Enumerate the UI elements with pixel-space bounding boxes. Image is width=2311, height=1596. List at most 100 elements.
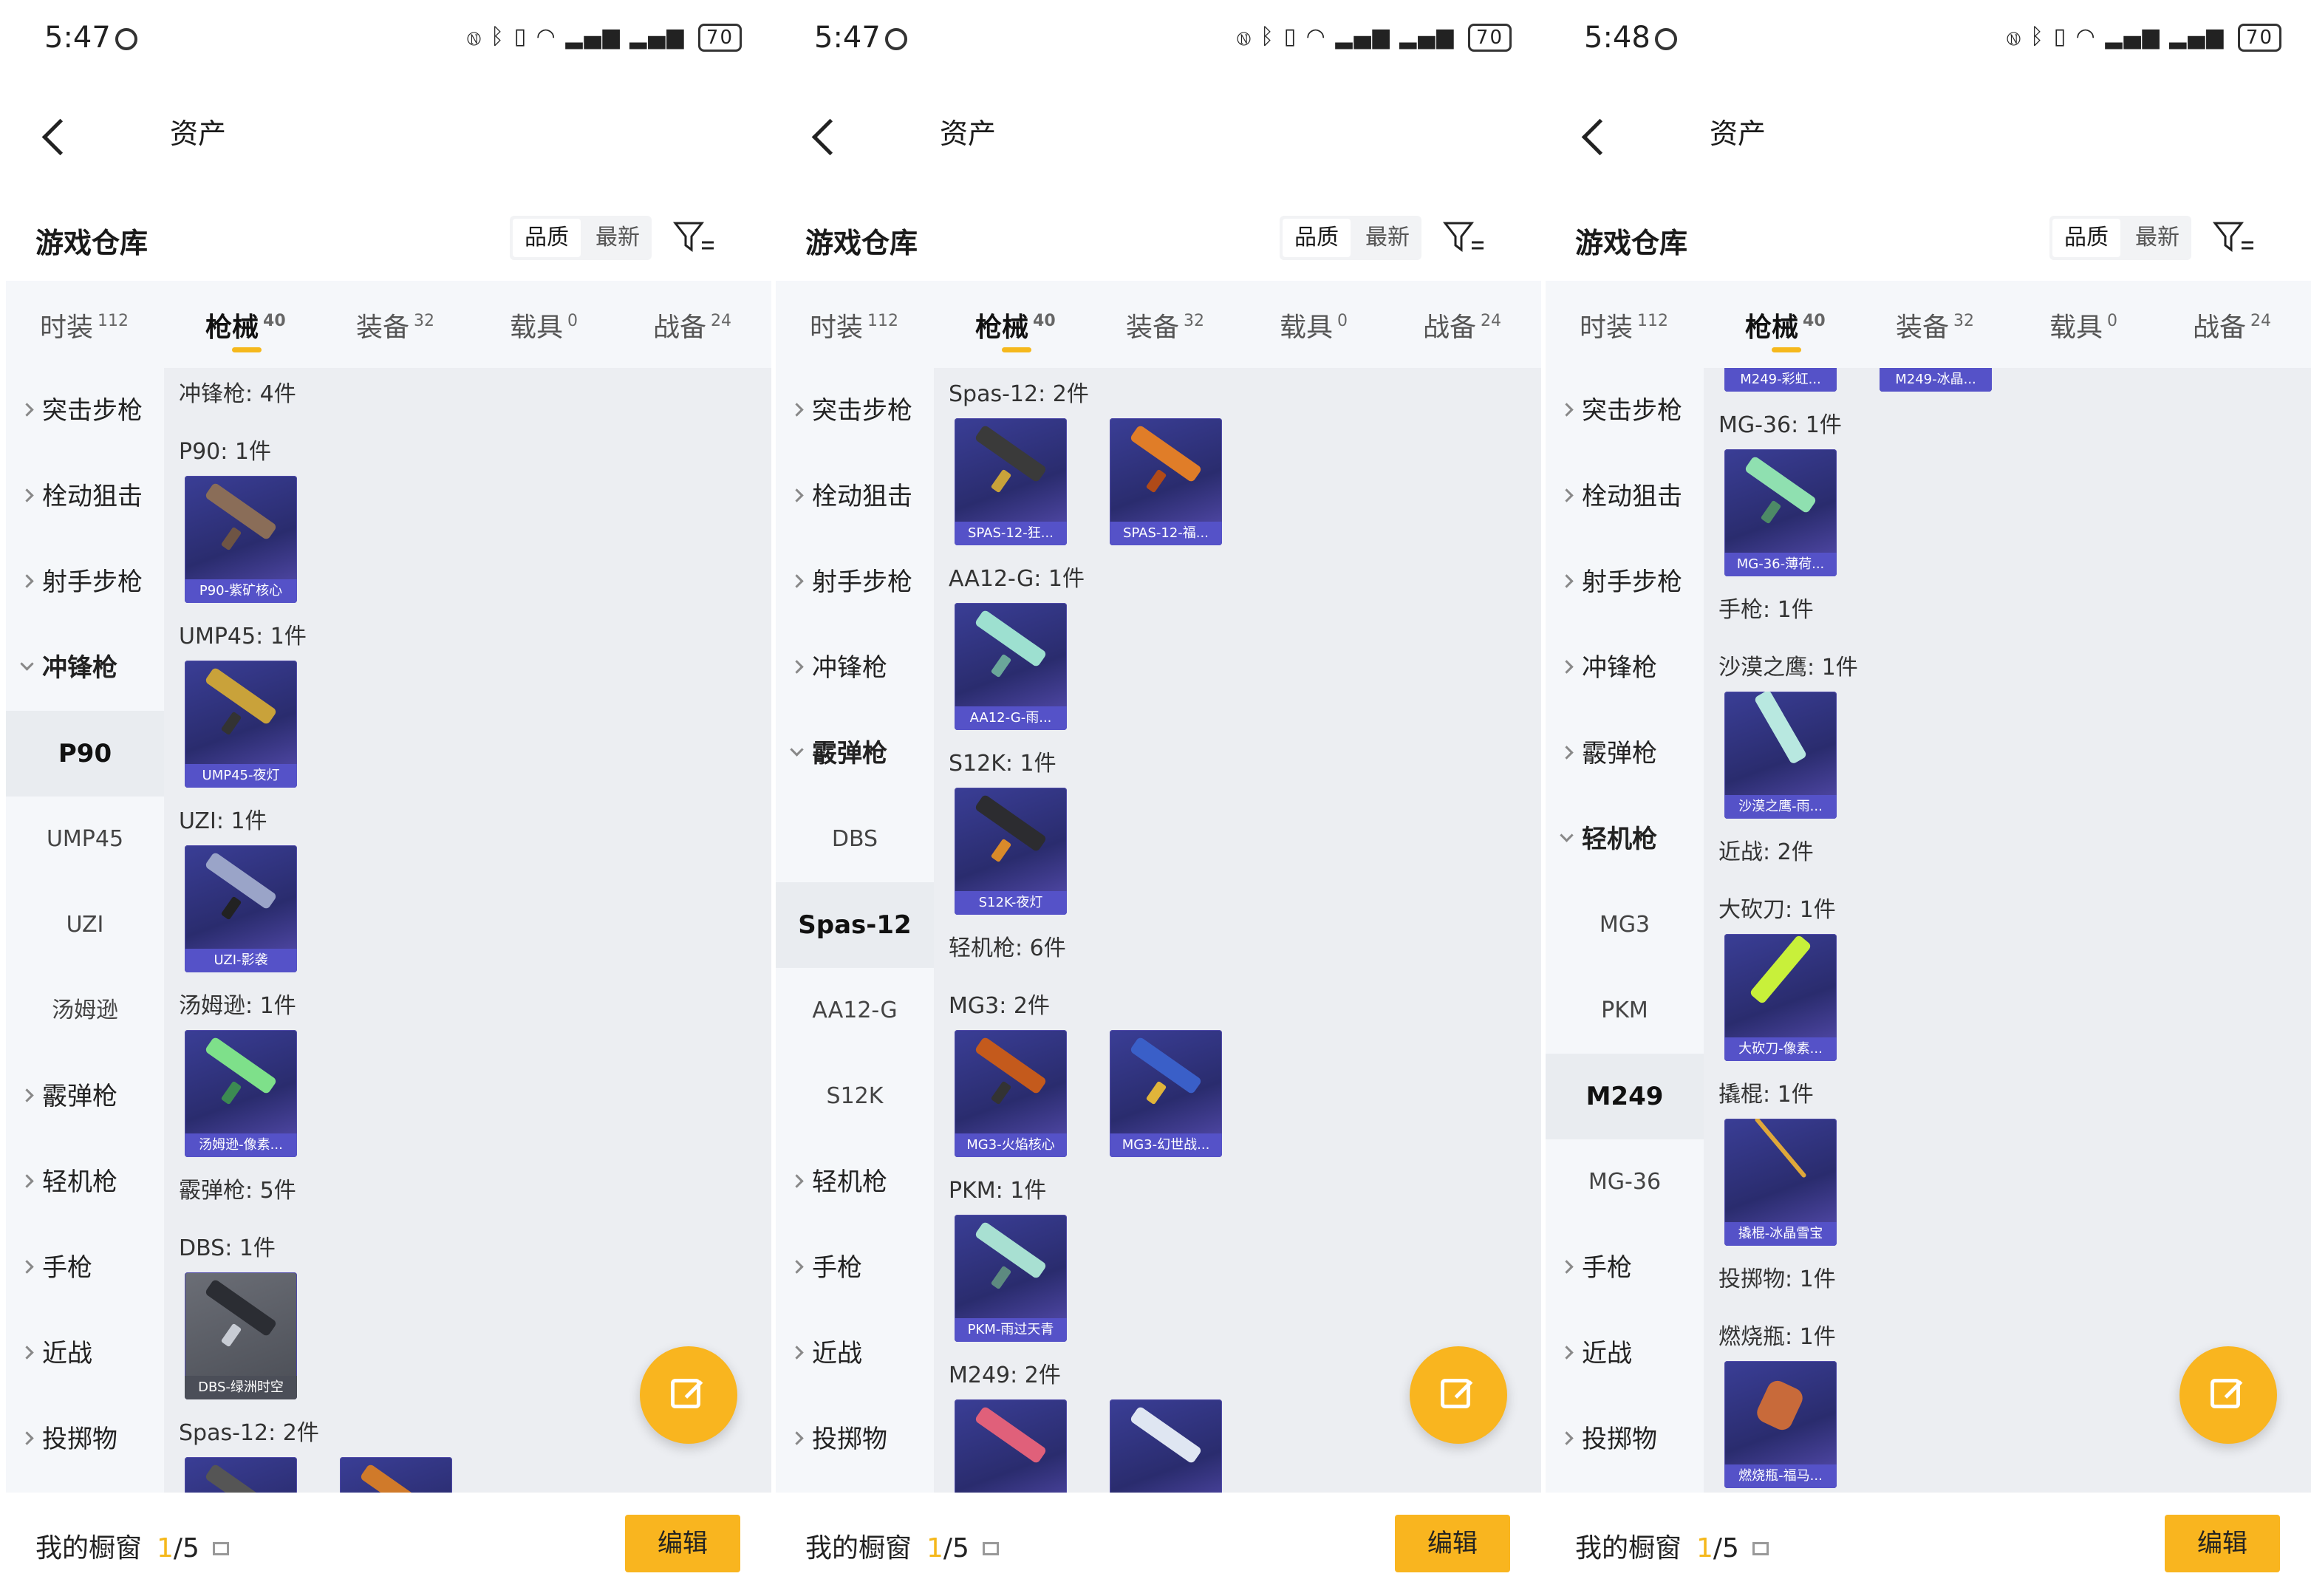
- tab-weapons[interactable]: 枪械 40: [1745, 306, 1826, 352]
- tab-weapons[interactable]: 枪械 40: [205, 306, 286, 352]
- share-button[interactable]: [640, 1346, 737, 1444]
- item-card[interactable]: [340, 1457, 452, 1493]
- tab-gear[interactable]: 战备 24: [2193, 306, 2271, 344]
- tab-fashion[interactable]: 时装 112: [40, 306, 129, 344]
- sidebar-item-smg[interactable]: 冲锋枪: [776, 625, 934, 711]
- sidebar-item-lmg[interactable]: 轻机枪: [776, 1139, 934, 1225]
- vibrate-icon: ▯: [2053, 24, 2068, 50]
- item-card[interactable]: PKM-雨过天青: [955, 1215, 1067, 1342]
- sidebar-item-marksman-rifle[interactable]: 射手步枪: [776, 539, 934, 625]
- sidebar-item-pistol[interactable]: 手枪: [776, 1225, 934, 1311]
- sidebar-subitem-ump45[interactable]: UMP45: [6, 797, 164, 882]
- weapon-grip: [990, 1080, 1012, 1105]
- item-card[interactable]: 燃烧瓶-福马...: [1724, 1361, 1837, 1488]
- sidebar-subitem-dbs[interactable]: DBS: [776, 797, 934, 882]
- sidebar-item-bolt-sniper[interactable]: 栓动狙击: [6, 454, 164, 539]
- filter-icon[interactable]: [1442, 219, 1486, 256]
- sidebar-item-shotgun[interactable]: 霰弹枪: [776, 711, 934, 797]
- share-button[interactable]: [2179, 1346, 2277, 1444]
- sidebar-item-smg[interactable]: 冲锋枪: [6, 625, 164, 711]
- sidebar-item-lmg[interactable]: 轻机枪: [1546, 797, 1704, 882]
- tab-vehicles[interactable]: 载具 0: [1280, 306, 1348, 344]
- sort-latest[interactable]: 最新: [1354, 216, 1421, 260]
- filter-icon[interactable]: [672, 219, 717, 256]
- page-title: 资产: [939, 117, 996, 150]
- share-button[interactable]: [1410, 1346, 1507, 1444]
- subgroup-count-label: Spas-12: 2件: [949, 381, 1089, 407]
- item-card[interactable]: P90-紫矿核心: [185, 476, 297, 603]
- tab-fashion[interactable]: 时装 112: [810, 306, 898, 344]
- item-card[interactable]: MG-36-薄荷...: [1724, 449, 1837, 576]
- item-card[interactable]: SPAS-12-福...: [1110, 418, 1222, 545]
- sidebar-item-shotgun[interactable]: 霰弹枪: [1546, 711, 1704, 797]
- sidebar-item-assault-rifle[interactable]: 突击步枪: [776, 368, 934, 454]
- edit-button[interactable]: 编辑: [1395, 1515, 1510, 1572]
- sidebar-item-melee[interactable]: 近战: [776, 1311, 934, 1396]
- sort-latest[interactable]: 最新: [584, 216, 652, 260]
- tab-weapons[interactable]: 枪械 40: [975, 306, 1056, 352]
- tab-vehicles[interactable]: 载具 0: [2049, 306, 2117, 344]
- sidebar-item-label: 冲锋枪: [42, 653, 117, 683]
- item-card[interactable]: 沙漠之鹰-雨...: [1724, 692, 1837, 819]
- item-name: UMP45-夜灯: [185, 764, 297, 788]
- sidebar-item-melee[interactable]: 近战: [1546, 1311, 1704, 1396]
- item-card[interactable]: UZI-影袭: [185, 845, 297, 972]
- tab-equipment[interactable]: 装备 32: [356, 306, 434, 344]
- sidebar-subitem-s12k[interactable]: S12K: [776, 1054, 934, 1139]
- item-card[interactable]: AA12-G-雨...: [955, 603, 1067, 730]
- item-card[interactable]: [185, 1457, 297, 1493]
- item-card[interactable]: 汤姆逊-像素...: [185, 1030, 297, 1157]
- sidebar-item-assault-rifle[interactable]: 突击步枪: [1546, 368, 1704, 454]
- sidebar-item-bolt-sniper[interactable]: 栓动狙击: [1546, 454, 1704, 539]
- item-card[interactable]: 大砍刀-像素...: [1724, 934, 1837, 1061]
- item-card[interactable]: DBS-绿洲时空: [185, 1272, 297, 1399]
- sidebar-item-marksman-rifle[interactable]: 射手步枪: [1546, 539, 1704, 625]
- tab-gear[interactable]: 战备 24: [1423, 306, 1501, 344]
- sidebar-item-pistol[interactable]: 手枪: [6, 1225, 164, 1311]
- item-card[interactable]: M249-冰晶...: [1880, 368, 1992, 392]
- sidebar-subitem-thompson[interactable]: 汤姆逊: [6, 968, 164, 1054]
- item-card[interactable]: MG3-火焰核心: [955, 1030, 1067, 1157]
- item-card[interactable]: M249-彩虹...: [1724, 368, 1837, 392]
- sidebar-subitem-m249[interactable]: M249: [1546, 1054, 1704, 1139]
- tab-fashion[interactable]: 时装 112: [1580, 306, 1668, 344]
- sidebar-item-bolt-sniper[interactable]: 栓动狙击: [776, 454, 934, 539]
- sidebar-item-assault-rifle[interactable]: 突击步枪: [6, 368, 164, 454]
- tab-gear[interactable]: 战备 24: [653, 306, 731, 344]
- sort-latest[interactable]: 最新: [2123, 216, 2191, 260]
- sidebar-subitem-aa12g[interactable]: AA12-G: [776, 968, 934, 1054]
- filter-icon[interactable]: [2212, 219, 2256, 256]
- item-card[interactable]: S12K-夜灯: [955, 788, 1067, 915]
- sidebar-item-shotgun[interactable]: 霰弹枪: [6, 1054, 164, 1139]
- sidebar-item-lmg[interactable]: 轻机枪: [6, 1139, 164, 1225]
- sidebar-item-marksman-rifle[interactable]: 射手步枪: [6, 539, 164, 625]
- sidebar-item-throwable[interactable]: 投掷物: [1546, 1396, 1704, 1482]
- sidebar-subitem-mg36[interactable]: MG-36: [1546, 1139, 1704, 1225]
- sidebar-item-smg[interactable]: 冲锋枪: [1546, 625, 1704, 711]
- item-card[interactable]: [955, 1399, 1067, 1493]
- item-card[interactable]: SPAS-12-狂...: [955, 418, 1067, 545]
- item-card[interactable]: MG3-幻世战...: [1110, 1030, 1222, 1157]
- sidebar-subitem-uzi[interactable]: UZI: [6, 882, 164, 968]
- sidebar-subitem-mg3[interactable]: MG3: [1546, 882, 1704, 968]
- sidebar-item-throwable[interactable]: 投掷物: [776, 1396, 934, 1482]
- tab-vehicles[interactable]: 载具 0: [510, 306, 578, 344]
- sidebar-item-pistol[interactable]: 手枪: [1546, 1225, 1704, 1311]
- sidebar-item-label: 冲锋枪: [812, 653, 887, 683]
- sidebar-item-melee[interactable]: 近战: [6, 1311, 164, 1396]
- sort-quality[interactable]: 品质: [2052, 219, 2120, 257]
- tab-equipment[interactable]: 装备 32: [1896, 306, 1974, 344]
- sort-quality[interactable]: 品质: [513, 219, 581, 257]
- speed-icon: [884, 28, 907, 50]
- sidebar-item-throwable[interactable]: 投掷物: [6, 1396, 164, 1482]
- item-card[interactable]: UMP45-夜灯: [185, 661, 297, 788]
- sort-quality[interactable]: 品质: [1283, 219, 1351, 257]
- edit-button[interactable]: 编辑: [625, 1515, 740, 1572]
- edit-button[interactable]: 编辑: [2165, 1515, 2280, 1572]
- sidebar-subitem-p90[interactable]: P90: [6, 711, 164, 797]
- tab-equipment[interactable]: 装备 32: [1126, 306, 1204, 344]
- sidebar-subitem-spas12[interactable]: Spas-12: [776, 882, 934, 968]
- sidebar-subitem-pkm[interactable]: PKM: [1546, 968, 1704, 1054]
- item-card[interactable]: [1110, 1399, 1222, 1493]
- item-card[interactable]: 撬棍-冰晶雪宝: [1724, 1119, 1837, 1246]
